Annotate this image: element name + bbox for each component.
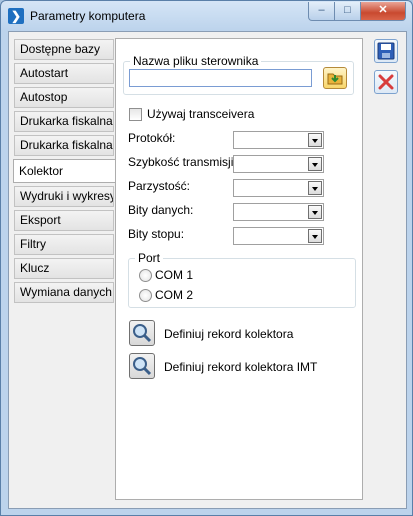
- tab-dostepne-bazy[interactable]: Dostępne bazy: [14, 39, 114, 60]
- tab-eksport[interactable]: Eksport: [14, 210, 114, 231]
- driver-file-input[interactable]: [129, 69, 312, 87]
- client-area: Dostępne bazy Autostart Autostop Drukark…: [8, 31, 407, 509]
- kolektor-panel: Nazwa pliku sterownika Używaj transceive…: [115, 38, 363, 500]
- define-collector-record-button[interactable]: [129, 320, 155, 346]
- app-icon: ❯: [8, 8, 24, 24]
- tab-drukarka-fiskalna-2[interactable]: Drukarka fiskalna 2: [14, 135, 114, 156]
- tab-drukarka-fiskalna[interactable]: Drukarka fiskalna: [14, 111, 114, 132]
- minimize-button[interactable]: –: [308, 2, 335, 21]
- tab-autostop[interactable]: Autostop: [14, 87, 114, 108]
- com1-label: COM 1: [155, 268, 194, 282]
- tab-kolektor[interactable]: Kolektor: [13, 159, 116, 183]
- driver-file-group-label: Nazwa pliku sterownika: [130, 54, 262, 68]
- magnifier-icon: [133, 357, 152, 376]
- save-button[interactable]: [374, 39, 398, 63]
- stop-bits-select[interactable]: [233, 227, 324, 245]
- protocol-label: Protokół:: [128, 131, 176, 145]
- driver-file-group: Nazwa pliku sterownika: [123, 54, 354, 95]
- parity-label: Parzystość:: [128, 179, 191, 193]
- chevron-down-icon: [308, 157, 322, 171]
- chevron-down-icon: [308, 205, 322, 219]
- title-bar[interactable]: ❯ Parametry komputera – □ ✕: [1, 1, 412, 31]
- chevron-down-icon: [308, 229, 322, 243]
- magnifier-icon: [133, 324, 152, 343]
- define-collector-record-label: Definiuj rekord kolektora: [164, 327, 294, 341]
- com2-radio[interactable]: [139, 289, 152, 302]
- chevron-down-icon: [308, 181, 322, 195]
- use-transceiver-checkbox[interactable]: [129, 108, 142, 121]
- baud-rate-label: Szybkość transmisji:: [128, 155, 237, 169]
- red-x-icon: [378, 74, 394, 90]
- com1-radio[interactable]: [139, 269, 152, 282]
- stop-bits-label: Bity stopu:: [128, 227, 185, 241]
- close-button[interactable]: ✕: [360, 2, 406, 21]
- define-collector-record-imt-label: Definiuj rekord kolektora IMT: [164, 360, 318, 374]
- tab-filtry[interactable]: Filtry: [14, 234, 114, 255]
- tab-wydruki-i-wykresy[interactable]: Wydruki i wykresy: [14, 186, 114, 207]
- baud-rate-select[interactable]: [233, 155, 324, 173]
- use-transceiver-label: Używaj transceivera: [147, 107, 255, 121]
- data-bits-select[interactable]: [233, 203, 324, 221]
- parity-select[interactable]: [233, 179, 324, 197]
- window: ❯ Parametry komputera – □ ✕ Dostępne baz…: [0, 0, 413, 516]
- floppy-disk-icon: [377, 42, 395, 60]
- tab-autostart[interactable]: Autostart: [14, 63, 114, 84]
- data-bits-label: Bity danych:: [128, 203, 194, 217]
- chevron-down-icon: [308, 133, 322, 147]
- protocol-select[interactable]: [233, 131, 324, 149]
- folder-arrow-icon: [327, 73, 343, 85]
- com2-label: COM 2: [155, 288, 194, 302]
- window-title: Parametry komputera: [30, 9, 146, 23]
- tab-klucz[interactable]: Klucz: [14, 258, 114, 279]
- maximize-button[interactable]: □: [334, 2, 361, 21]
- tab-wymiana-danych[interactable]: Wymiana danych: [14, 282, 114, 303]
- port-group: Port COM 1 COM 2: [128, 251, 356, 308]
- browse-file-button[interactable]: [323, 67, 347, 89]
- port-group-label: Port: [135, 251, 164, 265]
- cancel-button[interactable]: [374, 70, 398, 94]
- define-collector-record-imt-button[interactable]: [129, 353, 155, 379]
